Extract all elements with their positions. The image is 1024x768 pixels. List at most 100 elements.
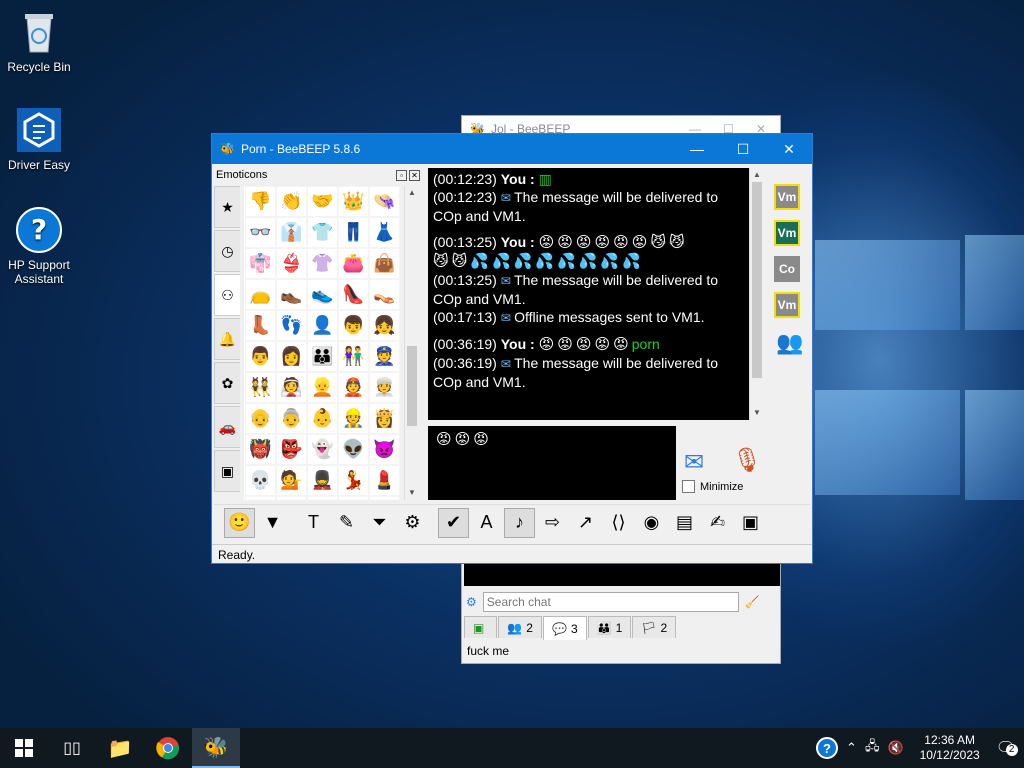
- emoticon-cell[interactable]: 👸: [369, 403, 400, 434]
- emoticon-cell[interactable]: 👷: [338, 403, 369, 434]
- member-avatar[interactable]: Vm: [774, 220, 800, 246]
- broom-icon[interactable]: 🧹: [745, 595, 760, 609]
- emoticon-cell[interactable]: 👗: [369, 217, 400, 248]
- emoticon-cell[interactable]: 💆: [276, 496, 307, 500]
- emoticon-cell[interactable]: 🤝: [307, 186, 338, 217]
- hp-support-assistant[interactable]: ? HP Support Assistant: [0, 206, 78, 286]
- emoticon-cell[interactable]: 👩: [276, 341, 307, 372]
- minimize-button[interactable]: —: [674, 134, 720, 164]
- emoticon-cell[interactable]: 💀: [245, 465, 276, 496]
- emoticon-cell[interactable]: 👵: [276, 403, 307, 434]
- emoticon-cell[interactable]: 👞: [276, 279, 307, 310]
- emoticon-cell[interactable]: 👠: [338, 279, 369, 310]
- file-explorer-button[interactable]: 📁: [96, 728, 144, 768]
- emoticon-cell[interactable]: 👳: [369, 372, 400, 403]
- emoticon-cell[interactable]: 👻: [307, 434, 338, 465]
- chat-scrollbar[interactable]: ▲ ▼: [749, 168, 763, 420]
- add-users-icon[interactable]: 👥: [776, 330, 803, 356]
- member-avatar[interactable]: Vm: [774, 184, 800, 210]
- emoticon-cell[interactable]: 👕: [307, 217, 338, 248]
- emoticon-cell[interactable]: 👜: [369, 248, 400, 279]
- tab-screen[interactable]: ▣: [464, 616, 498, 638]
- emoticon-cell[interactable]: 👮: [369, 341, 400, 372]
- spellcheck-button[interactable]: ✔: [438, 507, 469, 538]
- emoticon-cell[interactable]: 👪: [307, 341, 338, 372]
- message-input[interactable]: 😡😡😡: [428, 426, 676, 500]
- category-tab[interactable]: ✿: [214, 362, 240, 404]
- driver-easy[interactable]: Driver Easy: [0, 106, 78, 172]
- emoticon-cell[interactable]: 👫: [338, 341, 369, 372]
- emoticon-cell[interactable]: 👢: [245, 310, 276, 341]
- member-avatar[interactable]: Vm: [774, 292, 800, 318]
- emoticon-cell[interactable]: 💌: [369, 496, 400, 500]
- emoticon-cell[interactable]: 👣: [276, 310, 307, 341]
- minimize-option[interactable]: Minimize: [682, 480, 743, 493]
- emoticon-cell[interactable]: 💇: [307, 496, 338, 500]
- category-tab[interactable]: 🔔: [214, 318, 240, 360]
- help-icon[interactable]: ?: [816, 737, 839, 759]
- emoticon-cell[interactable]: 👛: [338, 248, 369, 279]
- clock[interactable]: 12:36 AM 10/12/2023: [912, 733, 988, 763]
- shelf-button[interactable]: ▤: [669, 508, 700, 538]
- emoticon-cell[interactable]: 👯: [245, 372, 276, 403]
- code-button[interactable]: ⟨⟩: [603, 508, 634, 538]
- tab-groups[interactable]: 👪 1: [587, 616, 632, 638]
- volume-muted-icon[interactable]: 🔇: [887, 740, 903, 756]
- category-tab[interactable]: ⚇: [214, 274, 240, 316]
- category-tab[interactable]: ★: [214, 186, 240, 228]
- notifications-icon[interactable]: 🗨2: [996, 738, 1018, 758]
- category-tab[interactable]: ◷: [214, 230, 240, 272]
- emoticon-cell[interactable]: 👰: [276, 372, 307, 403]
- emoticon-cell[interactable]: 👖: [338, 217, 369, 248]
- folder-send-button[interactable]: ↗: [570, 508, 601, 538]
- emoticon-cell[interactable]: 👶: [307, 403, 338, 434]
- emoticon-cell[interactable]: 👚: [307, 248, 338, 279]
- close-panel-icon[interactable]: ✕: [409, 169, 420, 181]
- emoticon-cell[interactable]: 👤: [307, 310, 338, 341]
- category-tab[interactable]: ▣: [214, 450, 240, 492]
- network-icon[interactable]: 🖧: [865, 737, 880, 759]
- emoticon-cell[interactable]: 👦: [338, 310, 369, 341]
- emoticon-cell[interactable]: 👧: [369, 310, 400, 341]
- settings-button[interactable]: ⚙: [397, 508, 428, 538]
- emoticon-cell[interactable]: 👿: [369, 434, 400, 465]
- emoticon-cell[interactable]: 👱: [307, 372, 338, 403]
- emoticon-cell[interactable]: 👡: [369, 279, 400, 310]
- start-button[interactable]: [0, 728, 48, 768]
- color-button[interactable]: ▼: [257, 508, 288, 538]
- chevron-up-icon[interactable]: ⌃: [846, 740, 857, 756]
- minimize-checkbox[interactable]: [682, 480, 695, 493]
- emoticon-cell[interactable]: 💁: [276, 465, 307, 496]
- emoticon-cell[interactable]: 👙: [276, 248, 307, 279]
- emoticon-cell[interactable]: 💅: [245, 496, 276, 500]
- smiley-button[interactable]: 🙂: [224, 507, 255, 538]
- tab-users[interactable]: 👥 2: [498, 616, 542, 638]
- edit-button[interactable]: ✍: [702, 508, 733, 538]
- microphone-icon[interactable]: 🎙: [732, 446, 762, 475]
- emoticon-cell[interactable]: 👑: [338, 186, 369, 217]
- chrome-button[interactable]: [144, 728, 192, 768]
- recycle-bin[interactable]: Recycle Bin: [0, 8, 78, 74]
- note-button[interactable]: ♪: [504, 507, 535, 538]
- emoticon-cell[interactable]: 👹: [245, 434, 276, 465]
- emoticon-cell[interactable]: 👲: [338, 372, 369, 403]
- emoticon-cell[interactable]: 👴: [245, 403, 276, 434]
- disk-button[interactable]: ▣: [735, 508, 766, 538]
- emoticon-cell[interactable]: 💂: [307, 465, 338, 496]
- emoticon-cell[interactable]: 💃: [338, 465, 369, 496]
- emoticon-cell[interactable]: 💋: [338, 496, 369, 500]
- emoticon-cell[interactable]: 👘: [245, 248, 276, 279]
- emoticon-cell[interactable]: 👒: [369, 186, 400, 217]
- window-titlebar[interactable]: 🐝 Porn - BeeBEEP 5.8.6 — ☐ ✕: [212, 134, 812, 164]
- task-view-button[interactable]: ▯▯: [48, 728, 96, 768]
- font-button[interactable]: T: [298, 508, 329, 538]
- maximize-button[interactable]: ☐: [720, 134, 766, 164]
- emoticon-cell[interactable]: 👝: [245, 279, 276, 310]
- tab-share[interactable]: 🏳 2: [632, 616, 677, 638]
- member-avatar[interactable]: Co: [774, 256, 800, 282]
- tab-chats[interactable]: 💬 3: [542, 616, 587, 640]
- emoticon-cell[interactable]: 👽: [338, 434, 369, 465]
- emoticon-cell[interactable]: 💄: [369, 465, 400, 496]
- emoticon-cell[interactable]: 👎: [245, 186, 276, 217]
- close-button[interactable]: ✕: [766, 134, 812, 164]
